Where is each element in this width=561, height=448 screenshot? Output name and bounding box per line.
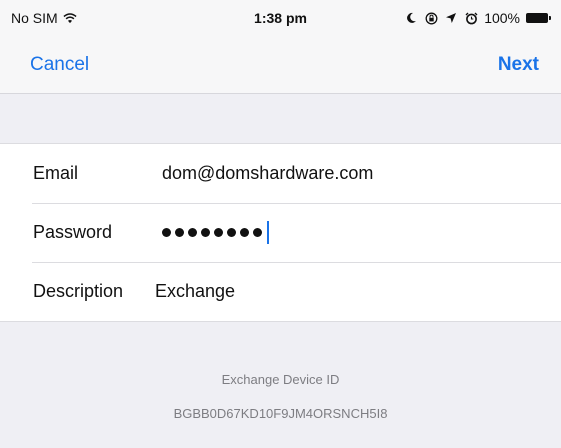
password-dot bbox=[227, 228, 236, 237]
exchange-account-screen: No SIM 1:38 pm 100% Cancel Next Email do… bbox=[0, 0, 561, 448]
account-form: Email dom@domshardware.com Password Desc… bbox=[0, 143, 561, 322]
battery-body bbox=[526, 13, 548, 23]
next-button[interactable]: Next bbox=[498, 54, 539, 76]
status-right: 100% bbox=[404, 10, 551, 26]
cancel-button[interactable]: Cancel bbox=[30, 54, 89, 76]
password-dot bbox=[201, 228, 210, 237]
email-label: Email bbox=[33, 163, 79, 183]
battery-icon bbox=[526, 13, 551, 23]
battery-percentage: 100% bbox=[484, 10, 520, 26]
moon-icon bbox=[404, 11, 418, 25]
password-row[interactable]: Password bbox=[0, 203, 561, 262]
text-cursor bbox=[267, 221, 269, 244]
password-dot bbox=[162, 228, 171, 237]
password-dots bbox=[162, 228, 266, 237]
description-field[interactable]: Exchange bbox=[155, 281, 235, 302]
battery-tip bbox=[549, 16, 551, 20]
password-dot bbox=[188, 228, 197, 237]
password-dot bbox=[240, 228, 249, 237]
email-row[interactable]: Email dom@domshardware.com bbox=[0, 144, 561, 203]
password-dot bbox=[253, 228, 262, 237]
alarm-icon bbox=[464, 11, 478, 25]
password-dot bbox=[175, 228, 184, 237]
email-field[interactable]: dom@domshardware.com bbox=[162, 163, 373, 184]
top-bar-background: No SIM 1:38 pm 100% Cancel Next bbox=[0, 0, 561, 94]
device-id-title: Exchange Device ID bbox=[221, 372, 340, 387]
password-field[interactable] bbox=[162, 221, 269, 244]
device-id-footer: Exchange Device ID BGBB0D67KD10F9JM4ORSN… bbox=[0, 372, 561, 421]
password-dot bbox=[214, 228, 223, 237]
location-icon bbox=[444, 11, 458, 25]
password-label: Password bbox=[33, 222, 113, 242]
description-row[interactable]: Description Exchange bbox=[0, 262, 561, 321]
device-id-value: BGBB0D67KD10F9JM4ORSNCH5I8 bbox=[173, 406, 388, 421]
lock-rotation-icon bbox=[424, 11, 438, 25]
status-bar: No SIM 1:38 pm 100% bbox=[0, 0, 561, 38]
description-label: Description bbox=[33, 281, 124, 301]
navigation-bar: Cancel Next bbox=[0, 38, 561, 94]
